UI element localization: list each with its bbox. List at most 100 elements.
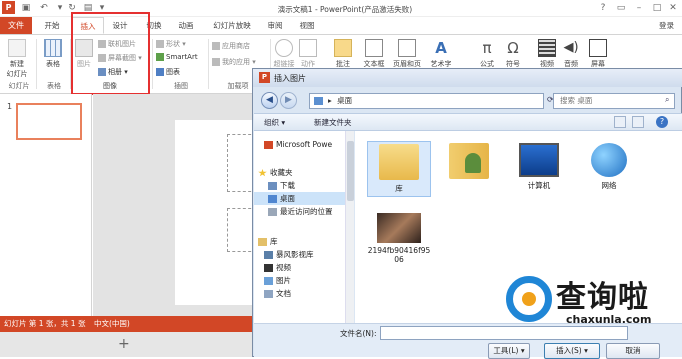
scrollbar-thumb[interactable] — [347, 141, 354, 201]
app-store-icon — [212, 42, 220, 50]
tab-animations[interactable]: 动画 — [172, 17, 200, 34]
my-apps-button[interactable]: 我的应用 ▾ — [212, 57, 256, 67]
add-icon[interactable]: + — [118, 336, 130, 352]
nav-label: 文档 — [276, 289, 291, 298]
file-item-user[interactable] — [437, 143, 501, 182]
ribbon-display-icon[interactable]: ▭ — [614, 1, 628, 15]
nav-item-pictures[interactable]: 图片 — [254, 274, 353, 287]
nav-label: 视频 — [276, 263, 291, 272]
video-button[interactable]: 视频 — [536, 39, 558, 69]
equation-button[interactable]: π 公式 — [476, 39, 498, 69]
address-location: 桌面 — [337, 96, 353, 105]
desktop-icon — [268, 195, 277, 203]
file-label-2: 06 — [394, 255, 404, 264]
file-item-library[interactable]: 库 — [367, 141, 431, 197]
nav-label: 桌面 — [280, 194, 295, 203]
nav-item-recent-places[interactable]: 最近访问的位置 — [254, 205, 353, 218]
file-label: 库 — [395, 184, 403, 193]
nav-item-desktop[interactable]: 桌面 — [254, 192, 353, 205]
audio-button[interactable]: ◀) 音频 — [560, 39, 582, 69]
group-separator — [208, 39, 209, 89]
shapes-button[interactable]: 形状 ▾ — [156, 39, 186, 49]
screen-recording-button[interactable]: 屏幕 — [586, 39, 610, 69]
nav-item-libraries[interactable]: 库 — [254, 235, 353, 248]
new-slide-label-2: 幻灯片 — [6, 70, 28, 78]
nav-item-videos[interactable]: 视频 — [254, 261, 353, 274]
nav-item-microsoft-powerpoint[interactable]: Microsoft Powe — [254, 138, 353, 151]
watermark-url: chaxunla.com — [566, 313, 652, 326]
nav-label: 下载 — [280, 181, 295, 190]
table-label: 表格 — [46, 60, 60, 68]
file-item-image[interactable]: 2194fb90416f95 06 — [367, 213, 431, 264]
app-store-button[interactable]: 应用商店 — [212, 41, 250, 51]
chart-icon — [156, 68, 164, 76]
organize-button[interactable]: 组织 ▾ — [264, 117, 285, 128]
my-apps-icon — [212, 58, 220, 66]
file-item-computer[interactable]: 计算机 — [507, 143, 571, 191]
watermark-brand: 查询啦 — [556, 280, 649, 315]
image-thumbnail-icon — [377, 213, 421, 243]
preview-pane-icon[interactable] — [632, 116, 644, 128]
hyperlink-button[interactable]: 超链接 — [272, 39, 296, 69]
comment-button[interactable]: 批注 — [332, 39, 354, 69]
save-icon[interactable]: ▣ — [20, 2, 32, 14]
help-icon[interactable]: ? — [656, 116, 668, 128]
file-item-network[interactable]: 网络 — [577, 143, 641, 191]
tab-file[interactable]: 文件 — [0, 17, 32, 34]
maximize-icon[interactable]: □ — [650, 1, 664, 15]
omega-icon: Ω — [507, 39, 519, 57]
filename-input[interactable] — [380, 326, 628, 340]
dialog-bottom-panel: 文件名(N): 工具(L) ▾ 插入(S) ▾ 取消 — [254, 323, 682, 359]
action-button[interactable]: 动作 — [298, 39, 318, 69]
nav-item-favorites[interactable]: 收藏夹 — [254, 166, 353, 179]
dialog-title: 插入图片 — [274, 74, 306, 83]
slide-thumbnail[interactable] — [16, 103, 82, 140]
speaker-icon: ◀) — [563, 40, 579, 55]
desktop-small-icon — [314, 97, 323, 105]
language-indicator[interactable]: 中文(中国) — [94, 316, 130, 332]
smartart-icon — [156, 53, 164, 61]
nav-item-documents[interactable]: 文档 — [254, 287, 353, 300]
group-separator — [36, 39, 37, 89]
search-icon: ⌕ — [665, 95, 670, 104]
wordart-button[interactable]: A 艺术字 — [428, 39, 454, 69]
undo-icon[interactable]: ↶ — [38, 2, 50, 14]
chart-button[interactable]: 图表 — [156, 67, 180, 77]
undo-dropdown-icon[interactable]: ▾ — [54, 2, 66, 14]
powerpoint-logo-icon: P — [2, 1, 15, 14]
view-options-icon[interactable] — [614, 116, 626, 128]
smartart-button[interactable]: SmartArt — [156, 53, 198, 61]
new-folder-button[interactable]: 新建文件夹 — [314, 117, 352, 128]
tab-review[interactable]: 审阅 — [262, 17, 288, 34]
table-button[interactable]: 表格 — [42, 39, 64, 69]
tab-slideshow[interactable]: 幻灯片放映 — [206, 17, 258, 34]
minimize-icon[interactable]: – — [632, 1, 646, 15]
address-bar[interactable]: ▸ 桌面 — [309, 93, 544, 109]
symbol-button[interactable]: Ω 符号 — [502, 39, 524, 69]
recent-places-icon — [268, 208, 277, 216]
close-icon[interactable]: ✕ — [666, 1, 680, 15]
nav-item-downloads[interactable]: 下载 — [254, 179, 353, 192]
nav-scrollbar[interactable] — [345, 131, 354, 323]
file-label: 计算机 — [527, 181, 551, 190]
network-icon — [591, 143, 627, 177]
dialog-toolbar: 组织 ▾ 新建文件夹 ? — [254, 113, 682, 131]
tab-view[interactable]: 视图 — [294, 17, 320, 34]
help-icon[interactable]: ? — [596, 1, 610, 15]
images-group-highlight — [71, 12, 150, 95]
comment-icon — [334, 39, 352, 57]
nav-item-video-library[interactable]: 暴风影视库 — [254, 248, 353, 261]
textbox-button[interactable]: 文本框 — [362, 39, 386, 69]
my-apps-label: 我的应用 — [222, 58, 250, 66]
search-input[interactable]: 搜索 桌面 — [553, 93, 675, 109]
filename-label: 文件名(N): — [340, 329, 377, 338]
login-link[interactable]: 登录 — [659, 17, 674, 34]
new-slide-button[interactable]: 新建 幻灯片 — [4, 39, 30, 79]
tab-home[interactable]: 开始 — [38, 17, 66, 34]
chart-label: 图表 — [166, 68, 180, 76]
watermark-dot — [522, 292, 536, 306]
back-arrow-icon[interactable]: ◀ — [261, 92, 278, 109]
app-store-label: 应用商店 — [222, 42, 250, 50]
forward-arrow-icon[interactable]: ▶ — [280, 92, 297, 109]
nav-label: 库 — [270, 237, 278, 246]
